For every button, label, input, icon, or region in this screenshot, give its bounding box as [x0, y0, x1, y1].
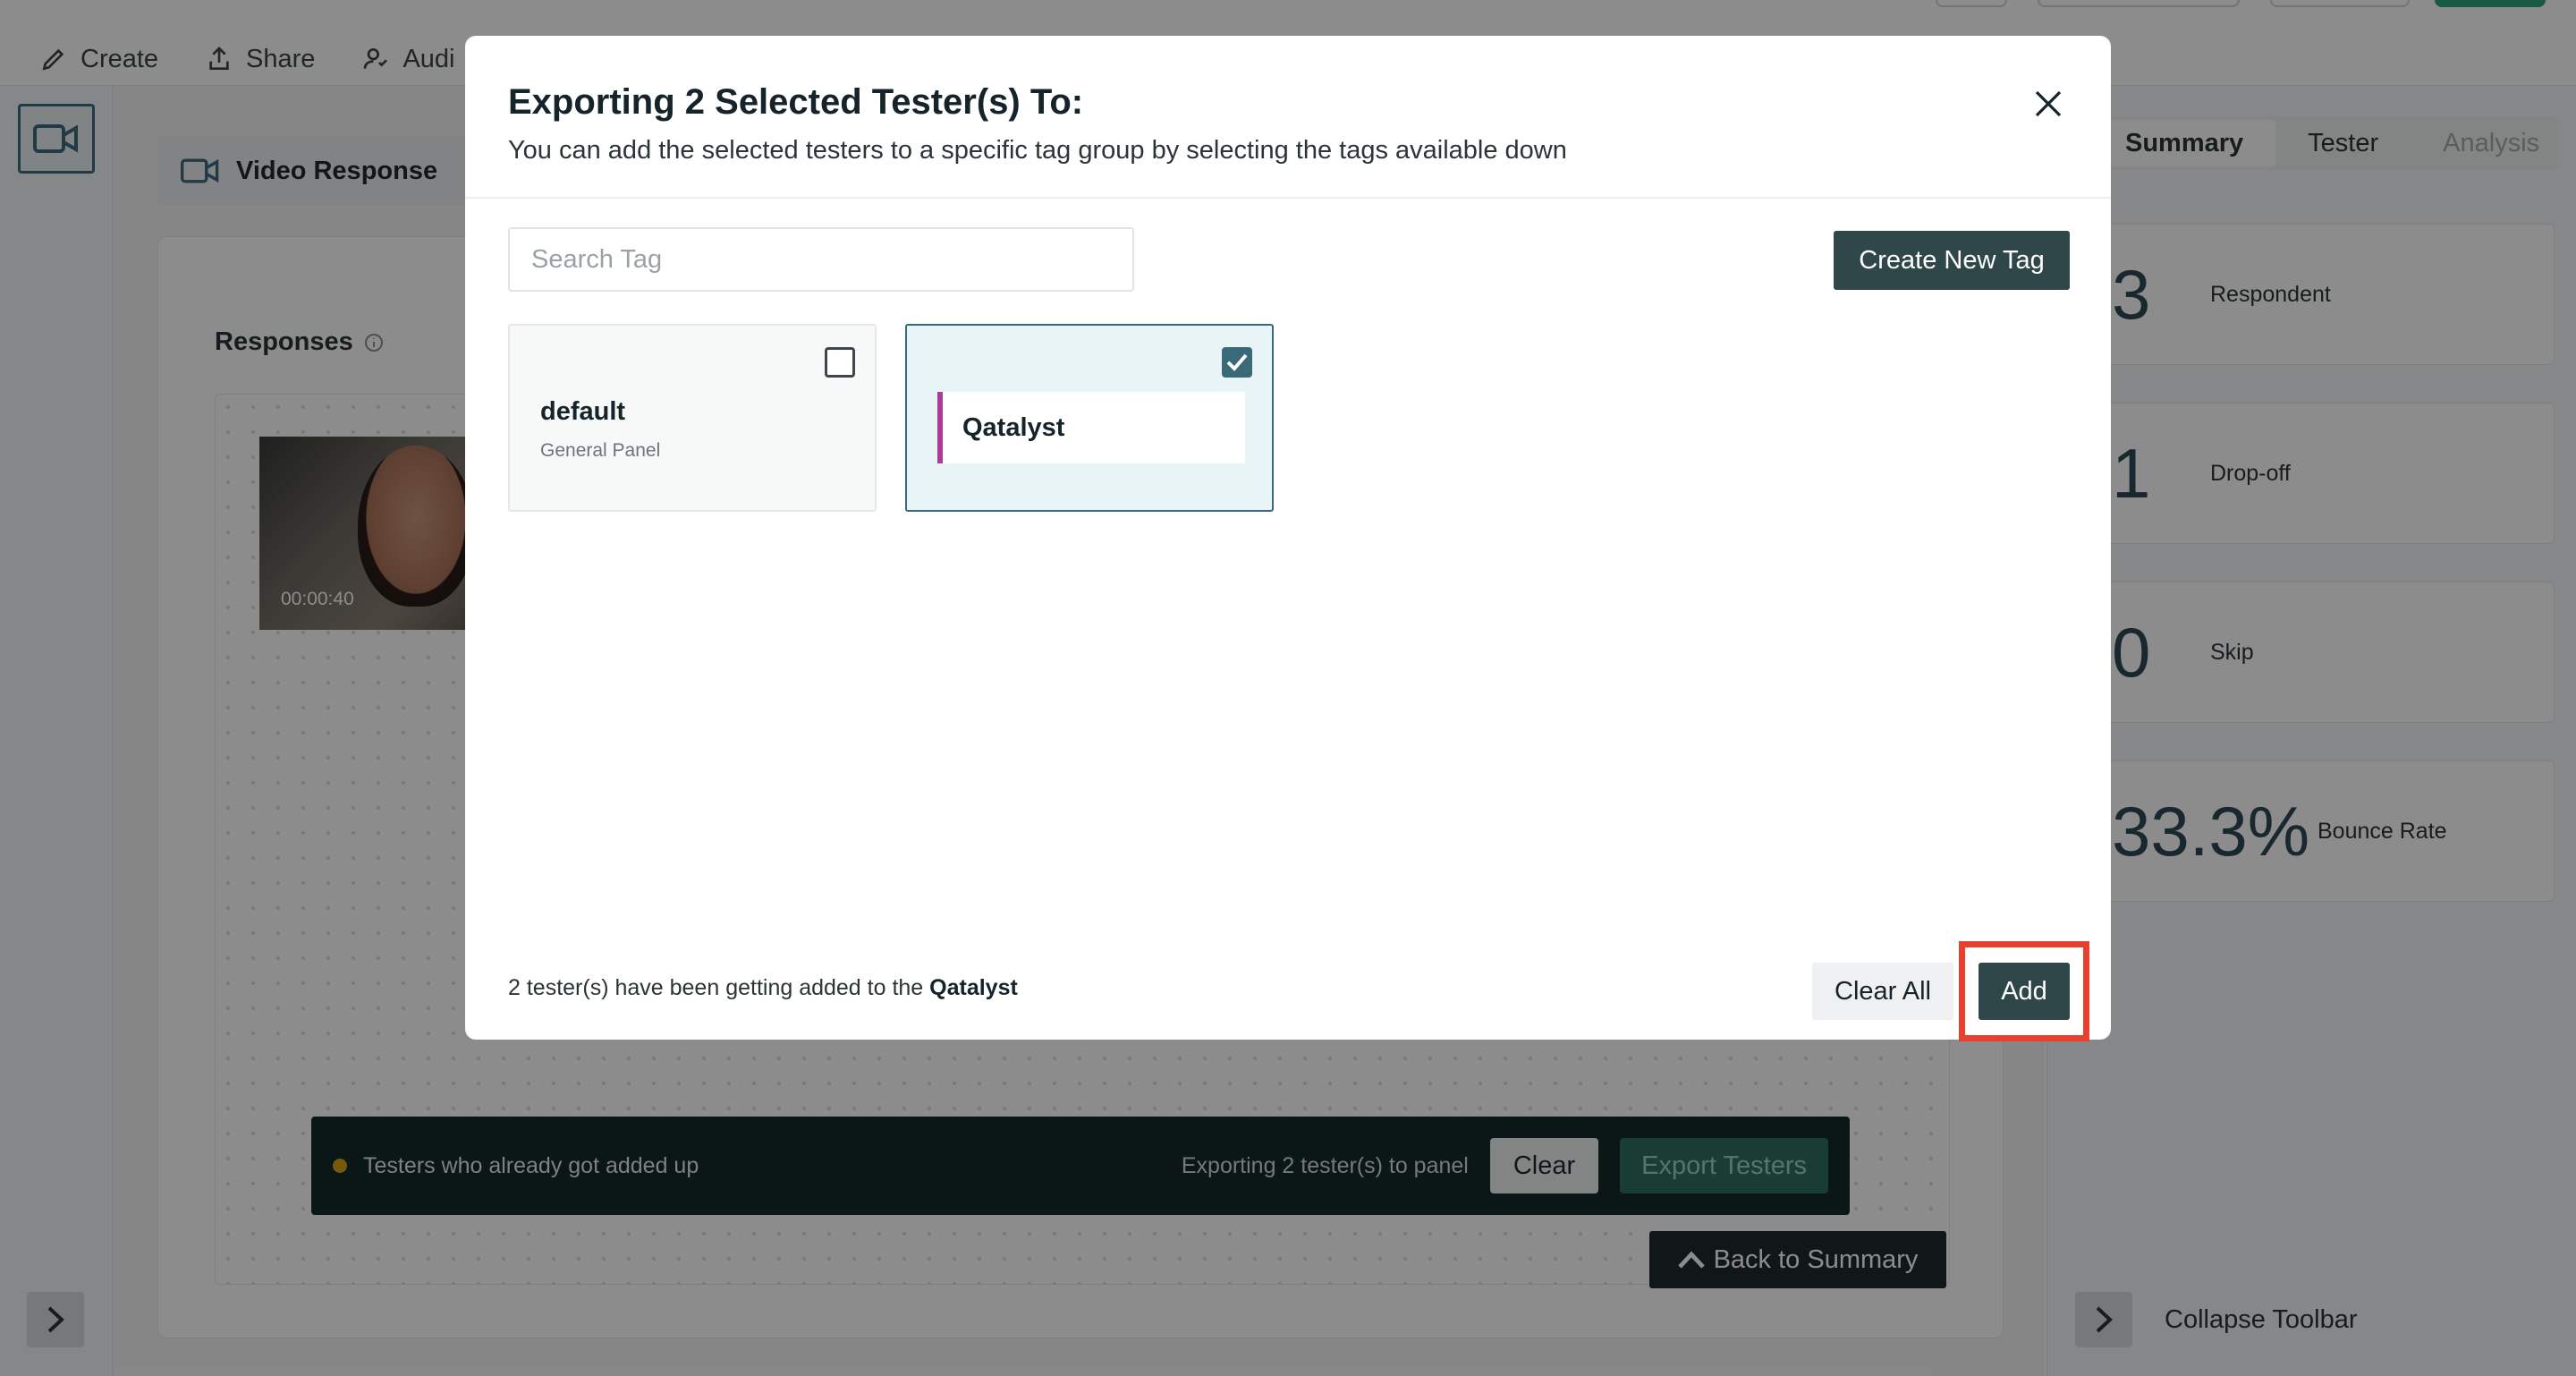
- tag-card-qatalyst[interactable]: Qatalyst: [905, 324, 1274, 512]
- tag-checkbox-checked[interactable]: [1222, 347, 1252, 378]
- footer-message-text: 2 tester(s) have been getting added to t…: [508, 975, 930, 1000]
- modal-subtitle: You can add the selected testers to a sp…: [508, 136, 1567, 165]
- modal-divider: [465, 197, 2111, 199]
- create-new-tag-button[interactable]: Create New Tag: [1834, 231, 2070, 290]
- tag-card-default[interactable]: default General Panel: [508, 324, 877, 512]
- checkmark-icon: [1226, 353, 1248, 371]
- close-icon: [2035, 90, 2062, 117]
- tag-checkbox[interactable]: [825, 347, 855, 378]
- tag-description: General Panel: [540, 440, 661, 461]
- search-tag-input[interactable]: [508, 227, 1134, 292]
- tag-name: Qatalyst: [962, 412, 1065, 442]
- close-button[interactable]: [2027, 82, 2070, 125]
- export-testers-modal: Exporting 2 Selected Tester(s) To: You c…: [465, 36, 2111, 1041]
- footer-tag-name: Qatalyst: [929, 975, 1018, 1000]
- modal-footer-message: 2 tester(s) have been getting added to t…: [508, 975, 1018, 1001]
- clear-all-button[interactable]: Clear All: [1812, 963, 1953, 1020]
- highlight-box: [1959, 941, 2089, 1041]
- modal-title: Exporting 2 Selected Tester(s) To:: [508, 82, 1084, 122]
- tag-name: default: [540, 397, 626, 426]
- tag-label-pill: Qatalyst: [937, 392, 1245, 463]
